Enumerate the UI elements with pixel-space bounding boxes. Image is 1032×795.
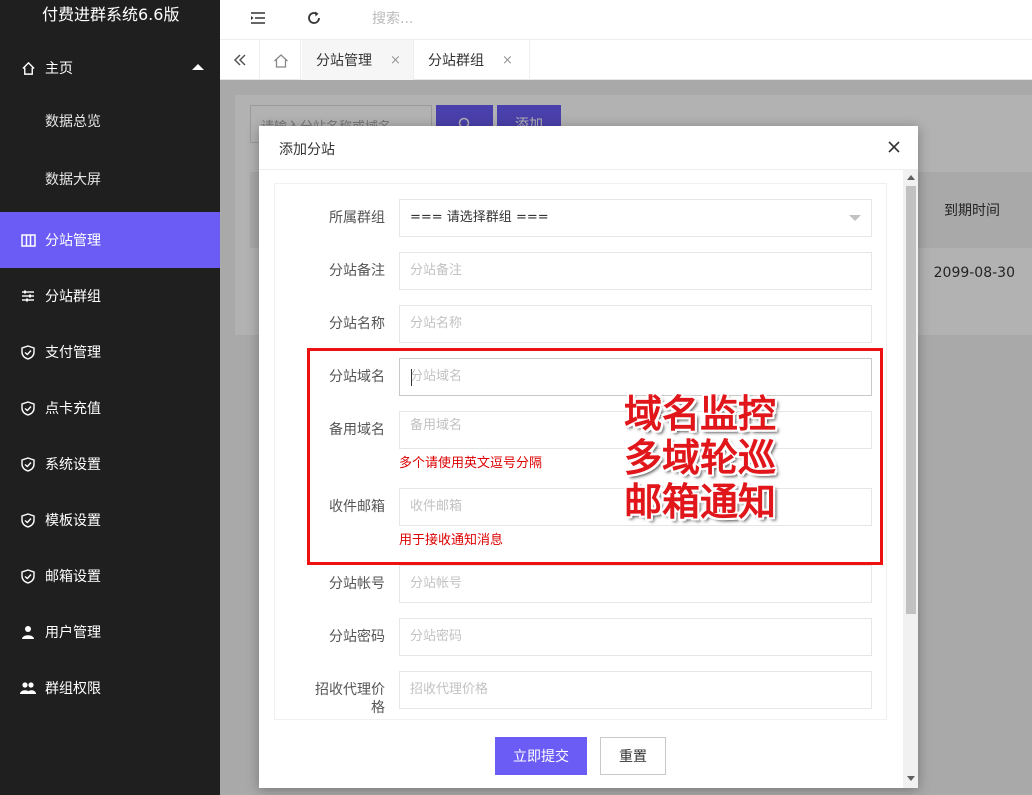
sidebar-item-label: 邮箱设置 xyxy=(45,569,101,585)
remark-input[interactable]: 分站备注 xyxy=(399,252,872,290)
sidebar-item-home[interactable]: 主页 xyxy=(0,40,220,96)
sidebar-item-overview[interactable]: 数据总览 xyxy=(0,93,220,149)
sidebar-item-site-groups[interactable]: 分站群组 xyxy=(0,268,220,324)
divider xyxy=(259,169,918,170)
reset-button[interactable]: 重置 xyxy=(600,737,666,775)
sidebar-item-label: 群组权限 xyxy=(45,681,101,697)
sidebar-item-label: 模板设置 xyxy=(45,513,101,529)
password-input[interactable]: 分站密码 xyxy=(399,618,872,656)
field-label-group: 所属群组 xyxy=(329,210,385,226)
sidebar-item-label: 主页 xyxy=(45,61,73,77)
name-input[interactable]: 分站名称 xyxy=(399,305,872,343)
sidebar-item-label: 数据大屏 xyxy=(45,172,101,188)
users-icon xyxy=(20,680,36,696)
shield-check-icon xyxy=(20,400,36,416)
highlight-box xyxy=(307,348,883,565)
sidebar-item-label: 点卡充值 xyxy=(45,401,101,417)
refresh-icon[interactable] xyxy=(304,8,324,28)
field-label-remark: 分站备注 xyxy=(329,263,385,279)
group-select-value: === 请选择群组 === xyxy=(410,210,549,225)
sidebar-item-label: 用户管理 xyxy=(45,625,101,641)
field-label-line: 招收代理价 xyxy=(315,682,385,698)
home-tab-button[interactable] xyxy=(261,40,301,80)
field-label-password: 分站密码 xyxy=(329,629,385,645)
account-input[interactable]: 分站帐号 xyxy=(399,565,872,603)
scroll-down-icon[interactable] xyxy=(907,776,915,781)
sidebar-item-label: 数据总览 xyxy=(45,114,101,130)
columns-icon xyxy=(20,232,36,248)
header-search[interactable]: 搜索... xyxy=(372,8,413,28)
callout-line: 域名监控 xyxy=(624,392,777,436)
tab-bar: 分站管理 × 分站群组 × xyxy=(220,40,1032,80)
shield-check-icon xyxy=(20,456,36,472)
user-icon xyxy=(20,624,36,640)
close-icon[interactable]: × xyxy=(502,53,513,68)
sidebar-item-user-management[interactable]: 用户管理 xyxy=(0,604,220,660)
double-chevron-left-icon xyxy=(233,54,246,66)
callout-line: 邮箱通知 xyxy=(624,480,777,524)
feature-callout: 域名监控 多域轮巡 邮箱通知 xyxy=(624,392,776,524)
sidebar-item-recharge[interactable]: 点卡充值 xyxy=(0,380,220,436)
scroll-up-icon[interactable] xyxy=(907,175,915,180)
close-icon[interactable]: × xyxy=(390,53,401,68)
top-header: 搜索... xyxy=(220,0,1032,40)
sidebar-item-label: 分站管理 xyxy=(45,233,101,249)
sidebar-item-site-management[interactable]: 分站管理 xyxy=(0,212,220,268)
tab-label: 分站管理 xyxy=(316,53,372,69)
sidebar-item-label: 支付管理 xyxy=(45,345,101,361)
shield-check-icon xyxy=(20,568,36,584)
tab-site-groups[interactable]: 分站群组 × xyxy=(414,40,530,80)
tab-label: 分站群组 xyxy=(428,53,484,69)
dialog-scrollbar[interactable] xyxy=(903,170,918,788)
field-label-name: 分站名称 xyxy=(329,316,385,332)
sidebar-item-label: 系统设置 xyxy=(45,457,101,473)
scrollbar-thumb[interactable] xyxy=(906,186,916,614)
field-label-agent-price: 招收代理价 格 xyxy=(275,681,385,717)
sidebar-item-group-permissions[interactable]: 群组权限 xyxy=(0,660,220,716)
field-label-line: 格 xyxy=(371,700,385,716)
home-icon xyxy=(20,60,36,76)
submit-button[interactable]: 立即提交 xyxy=(495,737,587,775)
shield-check-icon xyxy=(20,344,36,360)
sidebar: 付费进群系统6.6版 主页 数据总览 数据大屏 分站管理 分站群组 支付管理 点… xyxy=(0,0,220,795)
sidebar-item-bigscreen[interactable]: 数据大屏 xyxy=(0,151,220,207)
tabs-scroll-left-button[interactable] xyxy=(220,40,260,80)
group-select[interactable]: === 请选择群组 === xyxy=(399,199,872,237)
field-label-account: 分站帐号 xyxy=(329,576,385,592)
sidebar-item-label: 分站群组 xyxy=(45,289,101,305)
callout-line: 多域轮巡 xyxy=(624,436,777,480)
shield-check-icon xyxy=(20,512,36,528)
menu-toggle-icon[interactable] xyxy=(248,8,268,28)
sidebar-item-system-settings[interactable]: 系统设置 xyxy=(0,436,220,492)
agent-price-input[interactable]: 招收代理价格 xyxy=(399,671,872,709)
tab-site-management[interactable]: 分站管理 × xyxy=(302,40,414,80)
sidebar-item-template-settings[interactable]: 模板设置 xyxy=(0,492,220,548)
dialog-title: 添加分站 xyxy=(279,142,335,158)
sliders-icon xyxy=(20,288,36,304)
app-title: 付费进群系统6.6版 xyxy=(42,5,180,24)
home-icon xyxy=(273,53,288,68)
close-icon[interactable] xyxy=(886,139,902,155)
sidebar-item-email-settings[interactable]: 邮箱设置 xyxy=(0,548,220,604)
sidebar-item-payment[interactable]: 支付管理 xyxy=(0,324,220,380)
dialog-footer: 立即提交 重置 xyxy=(259,720,903,788)
caret-up-icon xyxy=(192,64,204,70)
chevron-down-icon xyxy=(849,215,861,221)
